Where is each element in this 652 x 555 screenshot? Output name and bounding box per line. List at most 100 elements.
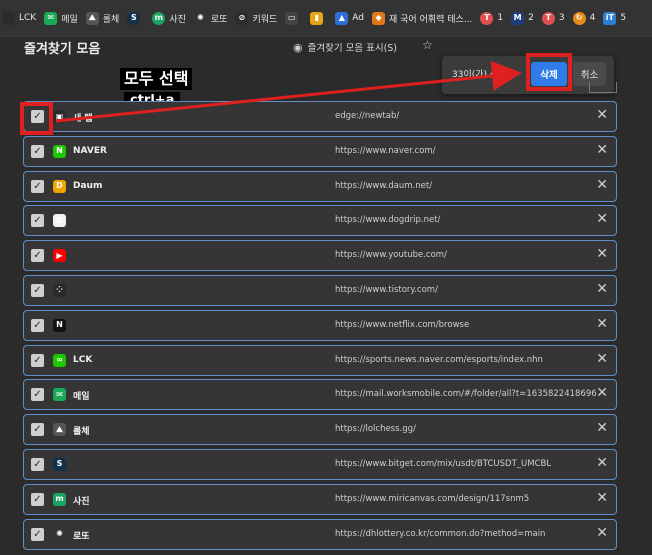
close-icon[interactable]: ✕ xyxy=(596,351,608,367)
bookmark-name: 사진 xyxy=(73,496,90,507)
bookmark-bar-label: 재 국어 어휘력 테스... xyxy=(389,14,473,25)
bookmark-bar-item[interactable]: T1 xyxy=(480,11,503,25)
lolchess-icon: ⛰ xyxy=(53,423,66,437)
bookmark-bar-item[interactable]: ✉ 메일 xyxy=(44,11,78,25)
mail-icon: ✉ xyxy=(53,388,66,402)
bookmark-name: 로또 xyxy=(73,531,90,542)
dogdrip-icon: D xyxy=(53,214,66,228)
eye-icon: ◉ xyxy=(293,40,303,54)
bookmark-bar-item[interactable]: m 사진 xyxy=(152,11,186,25)
row-checkbox[interactable]: ✓ xyxy=(31,249,44,263)
bookmark-row[interactable]: ✓ N NAVER https://www.naver.com/ ✕ xyxy=(23,135,617,167)
row-checkbox[interactable]: ✓ xyxy=(31,144,44,158)
t-icon: T xyxy=(541,11,555,25)
bookmark-url: https://www.youtube.com/ xyxy=(335,250,447,261)
bookmark-bar-label: 사진 xyxy=(169,14,186,25)
panel-edge xyxy=(589,82,617,93)
row-checkbox[interactable]: ✓ xyxy=(31,388,44,402)
show-favorites-bar-toggle[interactable]: ◉ 즐겨찾기 모음 표시(S) xyxy=(293,40,398,55)
bookmark-name: NAVER xyxy=(73,145,107,156)
close-icon[interactable]: ✕ xyxy=(596,525,608,541)
bookmark-row[interactable]: ✓ ∞ LCK https://sports.news.naver.com/espor… xyxy=(23,344,617,376)
analytics-icon: ▮ xyxy=(310,11,324,25)
bookmark-row[interactable]: ✓ ▣ 새 탭 edge://newtab/✕ xyxy=(23,101,617,132)
bookmark-bar-item[interactable]: M2 xyxy=(511,11,534,25)
bookmark-bar-item[interactable]: ✺ 로또 xyxy=(193,11,227,25)
lolchess-icon: ⛰ xyxy=(85,11,99,25)
bitget-icon: S xyxy=(127,11,141,25)
close-icon[interactable]: ✕ xyxy=(596,316,608,332)
select-all-callout: 모두 선택 xyxy=(120,68,193,90)
close-icon[interactable]: ✕ xyxy=(596,246,608,262)
bookmark-bar-item[interactable]: LCK xyxy=(2,11,37,25)
close-icon[interactable]: ✕ xyxy=(596,455,608,471)
row-checkbox[interactable]: ✓ xyxy=(31,423,44,437)
bookmark-bar-item[interactable]: ▭ xyxy=(285,11,302,25)
bookmarks-bar: LCK ✉ 메일 ⛰ 롤체 Sm 사진 ✺ 로또 ⊘ 키워드 ▭ ▮ ▲ Ad ◆ 재 국어 어휘력 테스...… xyxy=(0,0,652,37)
close-icon[interactable]: ✕ xyxy=(596,142,608,158)
page-title: 즐겨찾기 모음 xyxy=(24,42,101,57)
bookmark-bar-item[interactable]: iT 5 xyxy=(603,11,627,25)
bookmark-row[interactable]: ✓ Dhttps://www.dogdrip.net/ ✕ xyxy=(23,205,617,237)
star-icon[interactable]: ☆ xyxy=(422,38,433,52)
bookmark-url: https://www.netflix.com/browse xyxy=(335,319,470,330)
bookmark-row[interactable]: ✓ Nhttps://www.netflix.com/browse ✕ xyxy=(23,309,617,341)
close-icon[interactable]: ✕ xyxy=(596,281,608,297)
bookmark-url: https://dhlottery.co.kr/common.do?method… xyxy=(335,528,546,539)
bookmark-bar-item[interactable]: S xyxy=(127,11,144,25)
bookmark-bar-item[interactable]: T3 xyxy=(541,11,565,25)
bookmark-bar-item[interactable]: ↻ 4 xyxy=(572,11,595,25)
close-icon[interactable]: ✕ xyxy=(596,107,608,123)
bookmark-bar-item[interactable]: ▮ xyxy=(310,11,327,25)
row-checkbox[interactable]: ✓ xyxy=(31,214,44,228)
bookmark-bar-item[interactable]: ◆ 재 국어 어휘력 테스... xyxy=(372,11,473,25)
bookmark-bar-item[interactable]: ⊘ 키워드 xyxy=(235,11,277,25)
row-checkbox[interactable]: ✓ xyxy=(31,318,44,332)
bookmark-row[interactable]: ✓ ✺ 로또 https://dhlottery.co.kr/common.do?me… xyxy=(23,518,617,550)
bookmark-row[interactable]: ✓ ▶ https://www.youtube.com/ ✕ xyxy=(23,240,617,272)
bookmark-row[interactable]: ✓ m 사진 https://www.miricanvas.com/design/11… xyxy=(23,483,617,515)
row-checkbox[interactable]: ✓ xyxy=(31,283,44,297)
close-icon[interactable]: ✕ xyxy=(596,385,608,401)
close-icon[interactable]: ✕ xyxy=(596,177,608,193)
netflix-icon: N xyxy=(53,318,66,332)
orange-icon: ↻ xyxy=(572,11,586,25)
bookmark-row[interactable]: ✓ ⁘ https://www.tistory.com/ ✕ xyxy=(23,274,617,306)
naver-icon: N xyxy=(53,144,66,158)
daum-icon: D xyxy=(53,179,66,193)
bookmark-name: Daum xyxy=(73,180,103,191)
row-checkbox[interactable]: ✓ xyxy=(31,492,44,506)
bookmark-row[interactable]: ✓ ✉ 메일 https://mail.worksmobile.com/#/folde… xyxy=(23,379,617,411)
bookmark-row[interactable]: ✓ Shttps://www.bitget.com/mix/usdt/BTCUSD… xyxy=(23,448,617,480)
bookmark-bar-item[interactable]: ⛰ 롤체 xyxy=(85,11,119,25)
bookmark-bar-label: Ad xyxy=(352,13,365,23)
t-icon: T xyxy=(480,11,494,25)
miricanvas-icon: m xyxy=(53,492,66,506)
highlight-box-checkbox xyxy=(20,102,53,135)
bookmark-bar-item[interactable]: ▲ Ad xyxy=(335,11,365,25)
keyword-icon: ⊘ xyxy=(235,11,249,25)
bookmark-bar-label: 5 xyxy=(620,13,627,23)
car-icon: ▭ xyxy=(285,11,299,25)
close-icon[interactable]: ✕ xyxy=(596,211,608,227)
show-favorites-bar-label: 즐겨찾기 모음 표시(S) xyxy=(307,43,398,54)
bookmark-bar-label: 2 xyxy=(528,13,534,23)
bookmark-bar-label: LCK xyxy=(19,13,37,23)
row-checkbox[interactable]: ✓ xyxy=(31,353,44,367)
bookmark-row[interactable]: ✓ ⛰ 롤체 https://lolchess.gg/ ✕ xyxy=(23,414,617,446)
google-ads-icon: ▲ xyxy=(335,11,349,25)
bookmark-name: LCK xyxy=(73,354,93,365)
bookmark-row[interactable]: ✓ D Daum https://www.daum.net/ ✕ xyxy=(23,170,617,202)
tistory-icon: ⁘ xyxy=(53,283,66,297)
close-icon[interactable]: ✕ xyxy=(596,420,608,436)
row-checkbox[interactable]: ✓ xyxy=(31,179,44,193)
bookmark-name: 새 탭 xyxy=(73,114,93,124)
bookmark-name: 메일 xyxy=(73,392,90,403)
m-icon: M xyxy=(511,11,525,25)
row-checkbox[interactable]: ✓ xyxy=(31,527,44,541)
youtube-icon: ▶ xyxy=(53,249,66,263)
row-checkbox[interactable]: ✓ xyxy=(31,457,44,471)
highlight-box-delete xyxy=(526,53,572,91)
close-icon[interactable]: ✕ xyxy=(596,490,608,506)
selection-count: 33이(가) 선택됨 xyxy=(452,70,515,80)
